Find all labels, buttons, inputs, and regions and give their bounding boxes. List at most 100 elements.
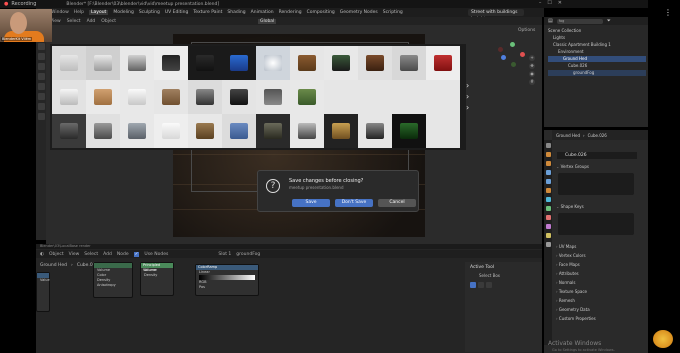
properties-tab-icon[interactable] (545, 188, 551, 193)
rock-thumbnail[interactable] (52, 114, 86, 148)
select-extend-icon[interactable] (478, 282, 484, 288)
color-ramp-node[interactable]: ColorRamp Linear RGB Pos (195, 264, 259, 296)
properties-tab-icon[interactable] (545, 224, 551, 229)
breadcrumb-object[interactable]: Ground Hed (40, 263, 67, 268)
properties-tab-icon[interactable] (545, 152, 551, 157)
panel-list[interactable] (558, 173, 634, 195)
select-box-label[interactable]: Select Box (465, 273, 542, 278)
sectional-sofa-thumbnail[interactable] (86, 46, 120, 80)
tab-scripting[interactable]: Scripting (383, 10, 403, 15)
panel-remesh[interactable]: Remesh (556, 298, 575, 303)
select-subtract-icon[interactable] (486, 282, 492, 288)
volume-node[interactable]: Volume Color Density Anisotropy (93, 262, 133, 298)
more-options-icon[interactable]: ⋮ (664, 8, 672, 17)
soap-box-thumbnail[interactable] (222, 114, 256, 148)
asset-nav-arrows[interactable]: › › › (466, 80, 469, 113)
properties-tab-icon[interactable] (545, 242, 551, 247)
panel-list[interactable] (558, 213, 634, 235)
outliner-row[interactable]: Scene Collection (548, 28, 646, 34)
cursor-tool-icon[interactable] (37, 53, 45, 60)
filter-icon[interactable]: ⏷ (607, 18, 611, 24)
outliner-search[interactable]: fog (556, 18, 603, 24)
cancel-button[interactable]: Cancel (378, 199, 416, 207)
empty-thumbnail[interactable] (358, 80, 392, 114)
panel-normals[interactable]: Normals (556, 280, 576, 285)
tab-compositing[interactable]: Compositing (307, 10, 335, 15)
panel-vertex-colors[interactable]: Vertex Colors (556, 253, 586, 258)
editor-type-icon[interactable]: ◐ (40, 252, 44, 257)
metal-box-thumbnail[interactable] (392, 46, 426, 80)
paper-thumbnail[interactable] (154, 114, 188, 148)
empty-thumbnail[interactable] (426, 114, 460, 148)
use-nodes-checkbox[interactable]: ✓ (133, 251, 140, 257)
menu-window[interactable]: Window (51, 10, 69, 15)
cloud-thumbnail[interactable] (256, 46, 290, 80)
outliner-row[interactable]: Classic Apartment Building 1 (548, 42, 646, 48)
panel-attributes[interactable]: Attributes (556, 271, 579, 276)
tab-modeling[interactable]: Modeling (113, 10, 133, 15)
outliner-row[interactable]: Cube.026 (548, 63, 646, 69)
sofa-thumbnail[interactable] (52, 46, 86, 80)
transform-orientation[interactable]: Global (257, 18, 277, 24)
properties-tab-icon[interactable] (545, 215, 551, 220)
panel-uv-maps[interactable]: UV Maps (556, 244, 576, 249)
menu-node[interactable]: Node (117, 252, 129, 257)
menu-view[interactable]: View (69, 252, 80, 257)
rotate-tool-icon[interactable] (37, 73, 45, 80)
ship-model-thumbnail[interactable] (188, 80, 222, 114)
properties-tab-icon[interactable] (545, 170, 551, 175)
properties-tab-icon[interactable] (545, 197, 551, 202)
statue-thumbnail[interactable] (324, 114, 358, 148)
viewport-menu-add[interactable]: Add (87, 19, 96, 24)
properties-tab-icon[interactable] (545, 206, 551, 211)
dark-fabric-thumbnail[interactable] (188, 46, 222, 80)
principled-volume-node[interactable]: Principled Volume Volume Density (140, 262, 174, 296)
outliner-row[interactable]: Environment (548, 49, 646, 55)
outliner-row[interactable]: groundFog (548, 70, 646, 76)
sink-thumbnail[interactable] (52, 80, 86, 114)
robot-head-thumbnail[interactable] (86, 114, 120, 148)
measure-tool-icon[interactable] (37, 113, 45, 120)
move-tool-icon[interactable] (37, 63, 45, 70)
outliner-row[interactable]: Ground Hed (548, 56, 646, 62)
panel-face-maps[interactable]: Face Maps (556, 262, 580, 267)
minimize-button[interactable]: – (539, 0, 542, 6)
fish-thumbnail[interactable] (120, 114, 154, 148)
tab-sculpting[interactable]: Sculpting (139, 10, 160, 15)
crate-thumbnail[interactable] (256, 114, 290, 148)
tab-geometry-nodes[interactable]: Geometry Nodes (340, 10, 378, 15)
select-box-icon[interactable] (470, 282, 476, 288)
camera-icon[interactable]: ◉ (529, 71, 535, 77)
maximize-button[interactable]: ☐ (547, 0, 551, 6)
select-tool-icon[interactable] (37, 43, 45, 50)
navigation-gizmo[interactable] (498, 40, 528, 70)
properties-tab-icon[interactable] (545, 233, 551, 238)
pan-icon[interactable]: ✥ (529, 63, 535, 69)
tab-shading[interactable]: Shading (227, 10, 245, 15)
dont-save-button[interactable]: Don't Save (335, 199, 373, 207)
plant-thumbnail[interactable] (290, 80, 324, 114)
properties-tab-icon[interactable] (545, 179, 551, 184)
empty-thumbnail[interactable] (324, 80, 358, 114)
panel-custom-properties[interactable]: Custom Properties (556, 316, 596, 321)
options-dropdown[interactable]: Options (518, 28, 535, 33)
cabinet-thumbnail[interactable] (154, 46, 188, 80)
empty-thumbnail[interactable] (392, 80, 426, 114)
tab-animation[interactable]: Animation (251, 10, 274, 15)
properties-tab-icon[interactable] (545, 143, 551, 148)
panel-vertex-groups[interactable]: Vertex Groups (556, 164, 589, 169)
annotate-tool-icon[interactable] (37, 103, 45, 110)
tab-texture-paint[interactable]: Texture Paint (193, 10, 222, 15)
scale-tool-icon[interactable] (37, 83, 45, 90)
close-button[interactable]: ✕ (558, 0, 562, 6)
vintage-car-thumbnail[interactable] (222, 80, 256, 114)
barrel-thumbnail[interactable] (290, 46, 324, 80)
grid-icon[interactable]: # (529, 79, 535, 85)
blue-bottle-thumbnail[interactable] (222, 46, 256, 80)
microphone-thumbnail[interactable] (290, 114, 324, 148)
tab-layout[interactable]: Layout (89, 10, 109, 15)
transform-tool-icon[interactable] (37, 93, 45, 100)
save-button[interactable]: Save (292, 199, 330, 207)
object-dropdown[interactable]: Object (49, 252, 64, 257)
display-mode-icon[interactable]: ▤ (548, 18, 553, 24)
